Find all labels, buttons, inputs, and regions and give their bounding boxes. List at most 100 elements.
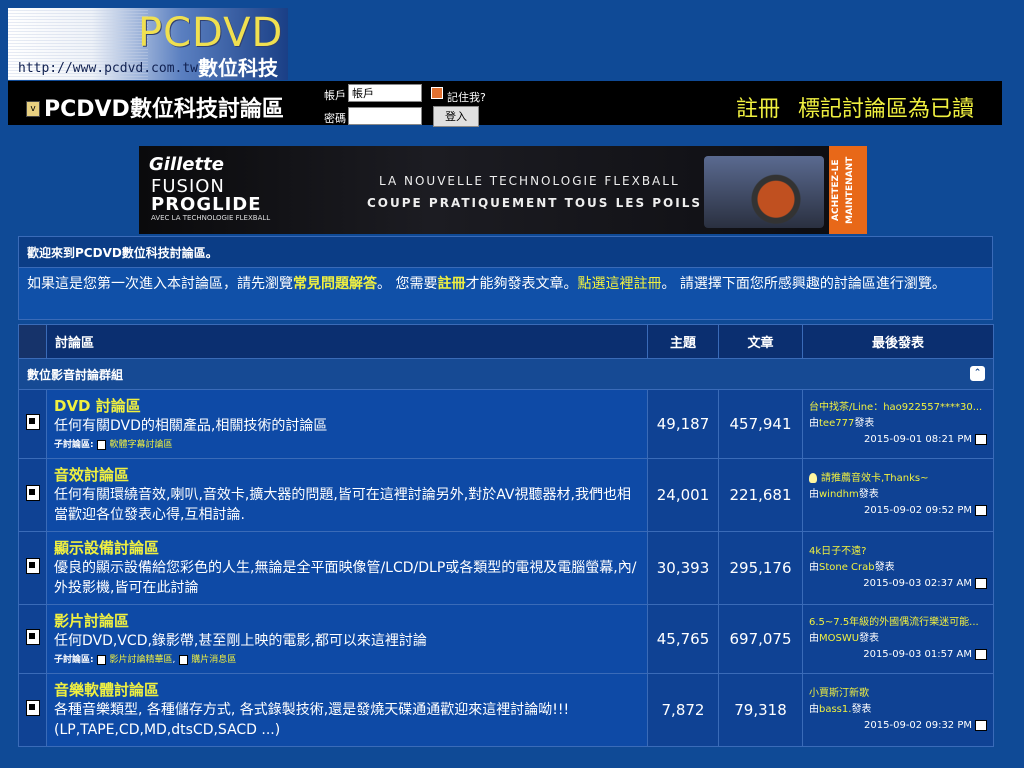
forum-status-cell xyxy=(18,458,47,532)
forum-status-icon xyxy=(25,485,40,501)
remember-checkbox[interactable] xyxy=(431,87,443,99)
subforum-link[interactable]: 影片討論精華區 xyxy=(109,655,172,665)
thread-count: 7,872 xyxy=(647,673,719,747)
last-post-time: 09:32 PM xyxy=(925,720,972,731)
ad-product-line3: AVEC LA TECHNOLOGIE FLEXBALL xyxy=(151,214,271,222)
forum-info-cell: DVD 討論區 任何有關DVD的相關產品,相關技術的討論區 子討論區: 軟體字幕… xyxy=(46,389,648,459)
post-count: 295,176 xyxy=(718,531,803,605)
last-post-author-line: 由windhm發表 xyxy=(809,487,987,503)
subforum-link[interactable]: 軟體字幕討論區 xyxy=(109,440,172,450)
last-post-title-line: 請推薦音效卡,Thanks~ xyxy=(809,471,987,487)
forum-status-icon xyxy=(25,414,40,430)
forum-list-table: 討論區 主題 文章 最後發表 數位影音討論群組 ⌃ DVD 討論區 任何有關DV… xyxy=(18,324,994,747)
last-post-title[interactable]: 6.5~7.5年級的外國偶流行樂迷可能... xyxy=(809,615,987,631)
last-post-user[interactable]: windhm xyxy=(819,489,859,500)
forum-name-link[interactable]: 音樂軟體討論區 xyxy=(54,680,640,700)
welcome-text-4: 。 請選擇下面您所感興趣的討論區進行瀏覽。 xyxy=(661,276,946,292)
welcome-body: 如果這是您第一次進入本討論區，請先瀏覽常見問題解答。 您需要註冊才能夠發表文章。… xyxy=(18,268,993,320)
last-post-user[interactable]: MOSWU xyxy=(819,633,859,644)
by-suffix: 發表 xyxy=(874,562,895,573)
post-count: 221,681 xyxy=(718,458,803,532)
last-post-user[interactable]: bass1. xyxy=(819,704,851,715)
last-post-date: 2015-09-03 xyxy=(863,649,922,660)
ad-cta-text[interactable]: ACHETEZ-LE MAINTENANT xyxy=(829,146,867,234)
register-link[interactable]: 註冊 xyxy=(736,91,780,123)
forum-name-link[interactable]: 音效討論區 xyxy=(54,465,640,485)
last-post-title[interactable]: 4k日子不遠? xyxy=(809,544,987,560)
mark-forums-read-link[interactable]: 標記討論區為已讀 xyxy=(798,91,974,123)
forum-status-cell xyxy=(18,673,47,747)
post-count: 457,941 xyxy=(718,389,803,459)
logo-url: http://www.pcdvd.com.tw xyxy=(18,61,199,76)
username-input[interactable] xyxy=(348,84,422,102)
category-cell: 數位影音討論群組 ⌃ xyxy=(18,358,994,390)
forum-row: 音效討論區 任何有關環繞音效,喇叭,音效卡,擴大器的問題,皆可在這裡討論另外,對… xyxy=(18,458,994,532)
last-post-title[interactable]: 台中找茶/Line：hao922557****30... xyxy=(809,400,987,416)
post-count: 697,075 xyxy=(718,604,803,674)
last-post-datetime: 2015-09-01 08:21 PM xyxy=(809,432,987,448)
header-last-post: 最後發表 xyxy=(802,324,994,359)
forum-name-link[interactable]: DVD 討論區 xyxy=(54,396,640,416)
category-title[interactable]: 數位影音討論群組 xyxy=(27,368,123,382)
collapse-icon[interactable]: ⌃ xyxy=(970,365,985,381)
go-to-last-post-icon[interactable] xyxy=(975,577,987,589)
ad-tagline-1: LA NOUVELLE TECHNOLOGIE FLEXBALL xyxy=(379,174,680,188)
subforums: 子討論區: 影片討論精華區, 購片消息區 xyxy=(54,654,237,665)
last-post-time: 09:52 PM xyxy=(925,505,972,516)
forum-status-icon xyxy=(25,629,40,645)
thread-count: 24,001 xyxy=(647,458,719,532)
subforum-icon xyxy=(179,654,189,665)
by-suffix: 發表 xyxy=(851,704,872,715)
subforum-icon xyxy=(97,654,107,665)
forum-description: 各種音樂類型, 各種儲存方式, 各式錄製技術,還是發燒天碟通通歡迎來這裡討論呦!… xyxy=(54,702,570,738)
subforum-label: 子討論區: xyxy=(54,655,94,665)
password-input[interactable] xyxy=(348,107,422,125)
ad-product-line2: PROGLIDE xyxy=(151,194,262,215)
password-label: 密碼 xyxy=(324,112,346,125)
by-prefix: 由 xyxy=(809,562,819,573)
navbar: v PCDVD數位科技討論區 帳戶 記住我? 密碼 登入 註冊 標記討論區為已讀 xyxy=(8,81,1002,127)
forum-status-icon xyxy=(25,700,40,716)
click-to-register-link[interactable]: 點選這裡註冊 xyxy=(577,276,661,292)
last-post-title[interactable]: 請推薦音效卡,Thanks~ xyxy=(821,473,928,484)
forum-description: 任何DVD,VCD,錄影帶,甚至剛上映的電影,都可以來這裡討論 xyxy=(54,633,427,649)
forum-info-cell: 音效討論區 任何有關環繞音效,喇叭,音效卡,擴大器的問題,皆可在這裡討論另外,對… xyxy=(46,458,648,532)
logo-brand: PCDVD xyxy=(138,10,284,56)
last-post-cell: 4k日子不遠? 由Stone Crab發表 2015-09-03 02:37 A… xyxy=(802,531,994,605)
table-header-row: 討論區 主題 文章 最後發表 xyxy=(18,324,994,359)
thread-count: 45,765 xyxy=(647,604,719,674)
last-post-user[interactable]: tee777 xyxy=(819,418,854,429)
forum-info-cell: 顯示設備討論區 優良的顯示設備給您彩色的人生,無論是全平面映像管/LCD/DLP… xyxy=(46,531,648,605)
site-logo[interactable]: PCDVD 數位科技 http://www.pcdvd.com.tw xyxy=(8,8,288,80)
category-row: 數位影音討論群組 ⌃ xyxy=(18,358,994,390)
header-threads: 主題 xyxy=(647,324,719,359)
forum-title[interactable]: PCDVD數位科技討論區 xyxy=(44,91,284,123)
login-button[interactable]: 登入 xyxy=(433,106,479,127)
go-to-last-post-icon[interactable] xyxy=(975,648,987,660)
last-post-author-line: 由MOSWU發表 xyxy=(809,631,987,647)
go-to-last-post-icon[interactable] xyxy=(975,433,987,445)
lightbulb-icon xyxy=(809,473,817,483)
ad-banner[interactable]: Gillette FUSION PROGLIDE AVEC LA TECHNOL… xyxy=(139,146,867,234)
forum-row: 影片討論區 任何DVD,VCD,錄影帶,甚至剛上映的電影,都可以來這裡討論 子討… xyxy=(18,604,994,674)
welcome-register-link[interactable]: 註冊 xyxy=(437,276,465,292)
forum-status-icon xyxy=(25,558,40,574)
by-suffix: 發表 xyxy=(854,418,875,429)
go-to-last-post-icon[interactable] xyxy=(975,719,987,731)
faq-link[interactable]: 常見問題解答 xyxy=(293,276,377,292)
forum-home-icon[interactable]: v xyxy=(26,101,40,117)
go-to-last-post-icon[interactable] xyxy=(975,504,987,516)
last-post-user[interactable]: Stone Crab xyxy=(819,562,875,573)
welcome-box: 歡迎來到PCDVD數位科技討論區。 如果這是您第一次進入本討論區，請先瀏覽常見問… xyxy=(18,236,993,320)
forum-status-cell xyxy=(18,389,47,459)
welcome-text-1: 如果這是您第一次進入本討論區，請先瀏覽 xyxy=(27,276,293,292)
forum-name-link[interactable]: 顯示設備討論區 xyxy=(54,538,640,558)
by-prefix: 由 xyxy=(809,633,819,644)
last-post-cell: 台中找茶/Line：hao922557****30... 由tee777發表 2… xyxy=(802,389,994,459)
welcome-heading: 歡迎來到PCDVD數位科技討論區。 xyxy=(18,236,993,268)
last-post-title[interactable]: 小賈斯汀新歌 xyxy=(809,686,987,702)
subforum-link[interactable]: 購片消息區 xyxy=(191,655,236,665)
last-post-datetime: 2015-09-03 01:57 AM xyxy=(809,647,987,663)
last-post-date: 2015-09-03 xyxy=(863,578,922,589)
forum-name-link[interactable]: 影片討論區 xyxy=(54,611,640,631)
